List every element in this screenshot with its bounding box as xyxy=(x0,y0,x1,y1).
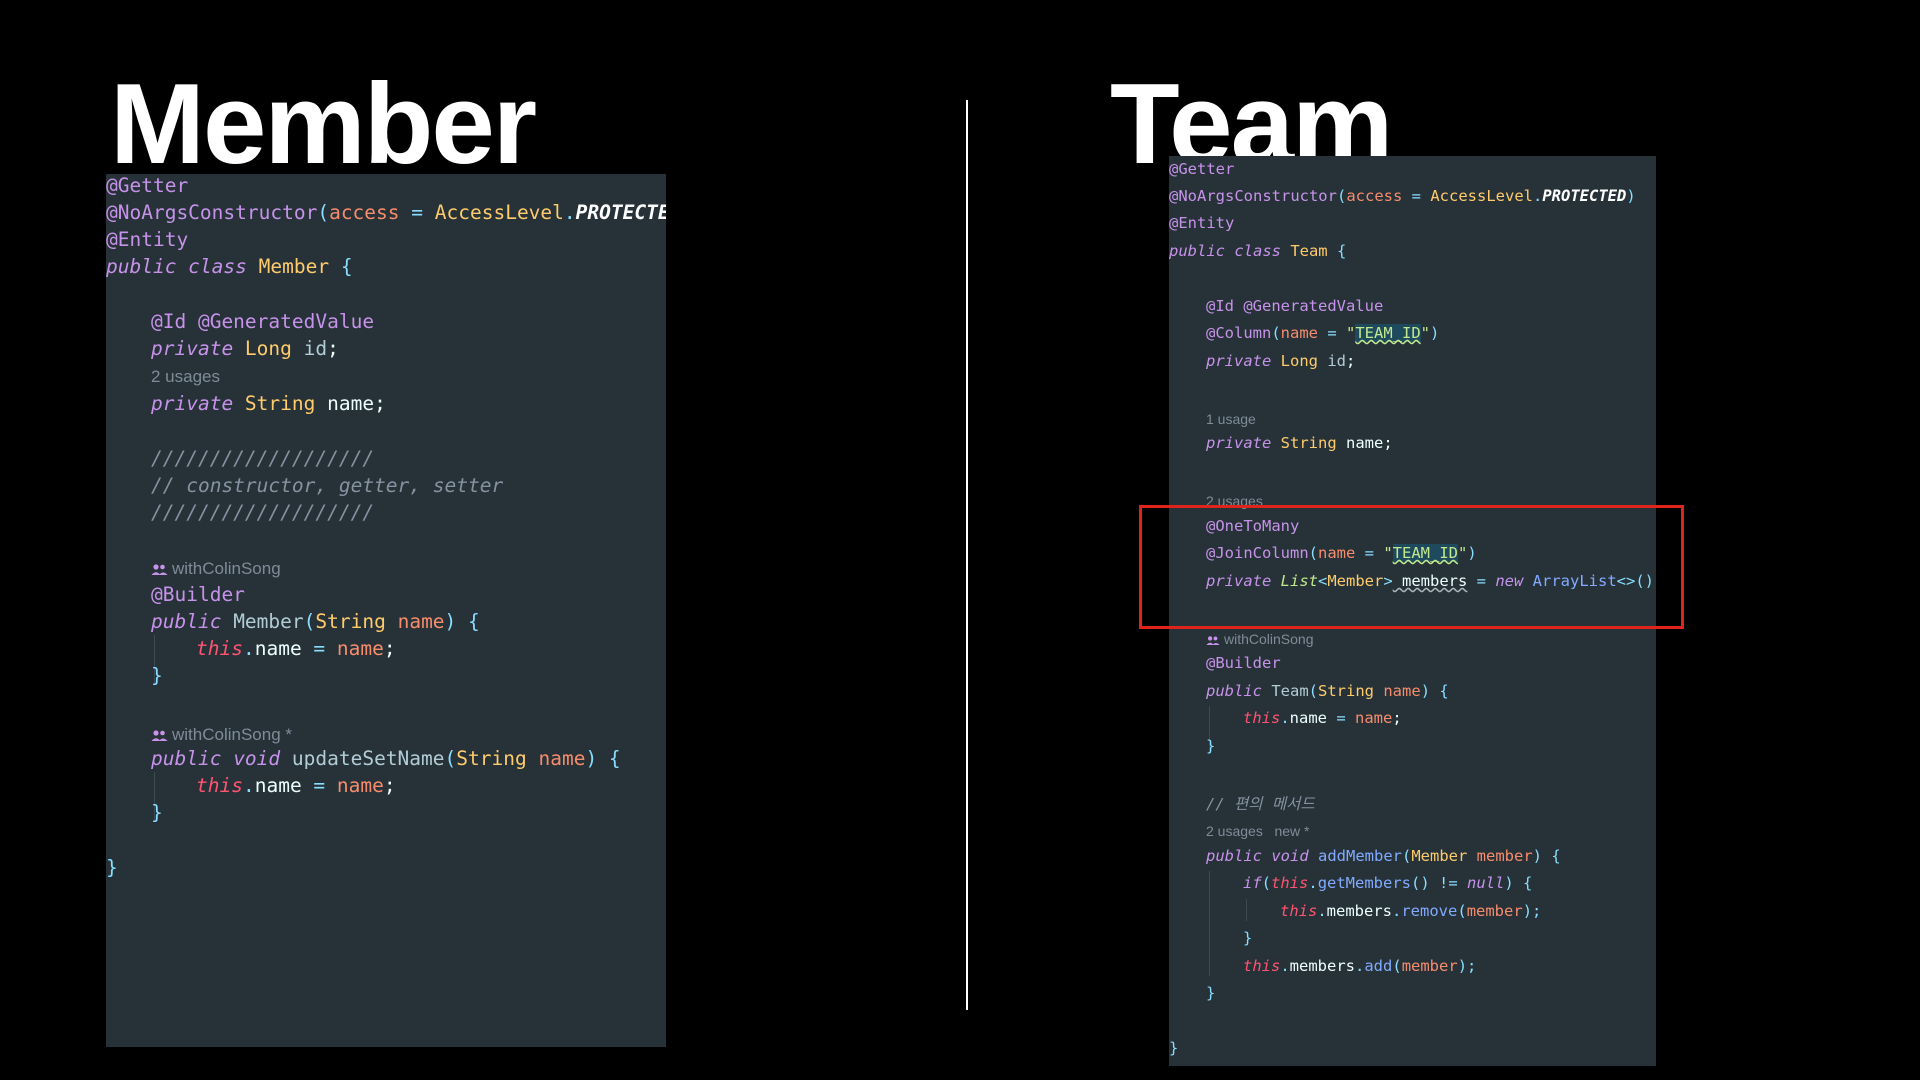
code-line: public void updateSetName(String name) { xyxy=(151,747,621,770)
code-line: @Getter xyxy=(1169,160,1235,178)
code-line: @NoArgsConstructor(access = AccessLevel.… xyxy=(1169,187,1636,205)
code-line: private Long id; xyxy=(151,337,339,360)
code-line: public Member(String name) { xyxy=(151,610,480,633)
author-hint[interactable]: withColinSong xyxy=(1206,631,1314,649)
code-comment: /////////////////// xyxy=(151,501,375,524)
usage-hint[interactable]: 2 usages xyxy=(151,367,220,387)
center-divider xyxy=(966,100,968,1010)
code-line: if(this.getMembers() != null) { xyxy=(1243,874,1533,892)
code-line: private String name; xyxy=(1206,434,1393,452)
member-slide-title: Member xyxy=(110,61,537,188)
code-line: } xyxy=(106,856,118,879)
usage-hint[interactable]: 2 usages new * xyxy=(1206,823,1310,839)
code-line: this.name = name; xyxy=(196,774,396,797)
code-line: public Team(String name) { xyxy=(1206,682,1449,700)
code-line: this.name = name; xyxy=(196,637,396,660)
code-comment: // constructor, getter, setter xyxy=(151,474,504,497)
code-comment: /////////////////// xyxy=(151,447,375,470)
indent-guide xyxy=(1246,899,1247,921)
code-line: public class Member { xyxy=(106,255,353,278)
code-line: private Long id; xyxy=(1206,352,1356,370)
usage-hint[interactable]: 1 usage xyxy=(1206,411,1256,427)
indent-guide xyxy=(1209,871,1210,976)
code-line: @Getter xyxy=(106,174,189,197)
code-line: @Builder xyxy=(151,583,245,606)
code-comment: // 편의 메서드 xyxy=(1206,795,1315,813)
code-line: } xyxy=(151,801,163,824)
author-hint[interactable]: withColinSong xyxy=(151,559,281,581)
member-code-panel: @Getter @NoArgsConstructor(access = Acce… xyxy=(106,174,666,1047)
code-line: @Id @GeneratedValue xyxy=(1206,297,1384,315)
relationship-highlight-box xyxy=(1139,505,1684,629)
code-line: } xyxy=(1243,929,1253,947)
users-icon xyxy=(151,561,168,581)
code-line: @Entity xyxy=(1169,214,1235,232)
code-line: this.members.add(member); xyxy=(1243,957,1477,975)
code-line: } xyxy=(1169,1039,1179,1057)
code-line: @Entity xyxy=(106,228,189,251)
code-line: this.members.remove(member); xyxy=(1280,902,1542,920)
code-line: @Builder xyxy=(1206,654,1281,672)
code-line: } xyxy=(1206,984,1216,1002)
code-line: private String name; xyxy=(151,392,386,415)
code-line: this.name = name; xyxy=(1243,709,1402,727)
author-hint[interactable]: withColinSong * xyxy=(151,725,292,747)
users-icon xyxy=(1206,633,1220,649)
code-line: public class Team { xyxy=(1169,242,1347,260)
code-line: @Id @GeneratedValue xyxy=(151,310,375,333)
users-icon xyxy=(151,727,168,747)
code-line: } xyxy=(1206,737,1216,755)
code-line: public void addMember(Member member) { xyxy=(1206,847,1561,865)
code-line: @Column(name = "TEAM_ID") xyxy=(1206,324,1440,342)
code-line: @NoArgsConstructor(access = AccessLevel.… xyxy=(106,201,666,224)
code-line: } xyxy=(151,664,163,687)
